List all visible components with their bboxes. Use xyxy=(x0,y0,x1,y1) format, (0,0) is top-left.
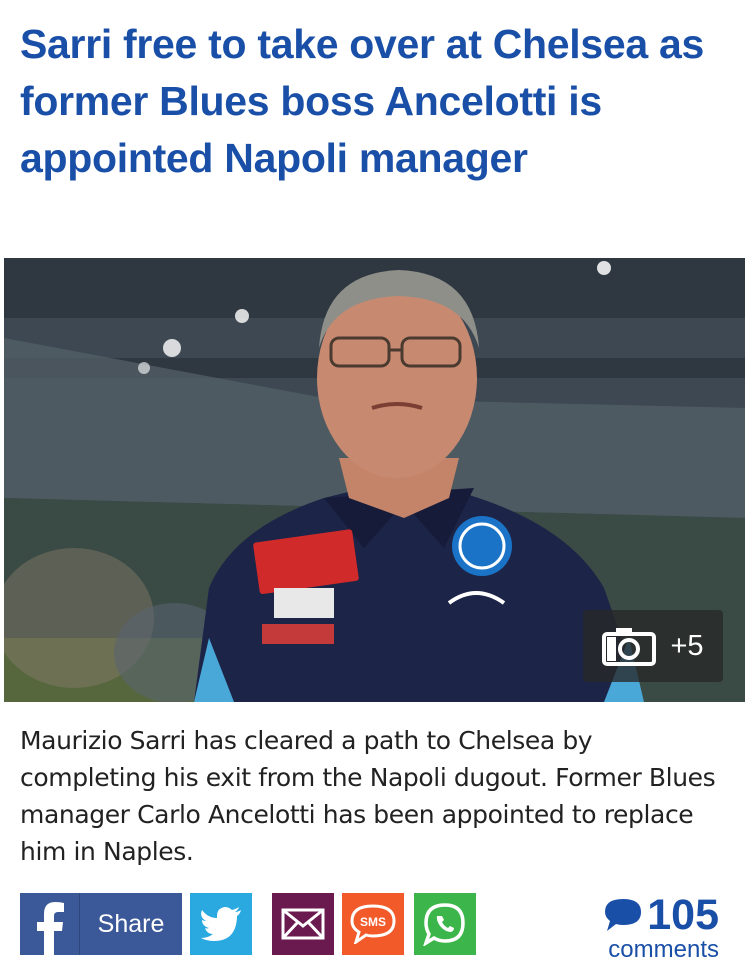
speech-bubble-icon xyxy=(605,899,642,931)
email-icon xyxy=(281,908,325,940)
facebook-icon xyxy=(36,902,64,955)
email-share-button[interactable] xyxy=(272,893,334,955)
comments-link[interactable]: 105 comments xyxy=(569,893,719,960)
facebook-share-button[interactable]: Share xyxy=(20,893,182,955)
whatsapp-icon xyxy=(423,903,465,946)
hero-image[interactable]: +5 xyxy=(4,258,745,702)
whatsapp-share-button[interactable] xyxy=(414,893,476,955)
gallery-badge[interactable]: +5 xyxy=(583,610,723,682)
camera-icon xyxy=(602,628,657,666)
article-headline: Sarri free to take over at Chelsea as fo… xyxy=(20,21,704,181)
comments-count: 105 xyxy=(647,891,719,939)
twitter-share-button[interactable] xyxy=(190,893,252,955)
twitter-icon xyxy=(201,907,241,941)
article-standfirst: Maurizio Sarri has cleared a path to Che… xyxy=(20,726,716,866)
gallery-count: +5 xyxy=(670,629,704,662)
sms-text: SMS xyxy=(360,915,386,929)
sms-share-button[interactable]: SMS xyxy=(342,893,404,955)
sms-icon: SMS xyxy=(350,904,396,944)
comments-label: comments xyxy=(608,936,719,960)
facebook-share-label: Share xyxy=(97,909,165,938)
